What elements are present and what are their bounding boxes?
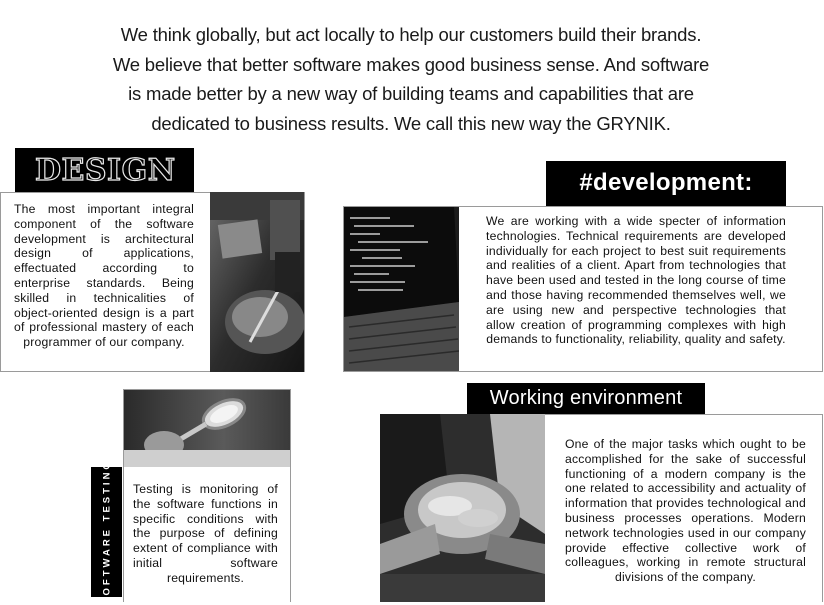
design-photo bbox=[210, 192, 304, 372]
working-text: One of the major tasks which ought to be… bbox=[565, 437, 806, 585]
design-title: DESIGN bbox=[34, 152, 176, 188]
testing-text: Testing is monitoring of the software fu… bbox=[133, 482, 278, 585]
development-title: #development: bbox=[546, 161, 786, 206]
working-photo bbox=[380, 414, 545, 602]
testing-label-text: SOFTWARE TESTING bbox=[101, 459, 112, 605]
testing-photo bbox=[124, 390, 290, 467]
development-text: We are working with a wide specter of in… bbox=[486, 214, 786, 347]
development-photo bbox=[344, 207, 459, 371]
intro-paragraph: We think globally, but act locally to he… bbox=[112, 24, 710, 134]
design-heading: DESIGN bbox=[15, 148, 194, 192]
design-text: The most important integral component of… bbox=[14, 202, 194, 350]
testing-label: SOFTWARE TESTING bbox=[91, 459, 122, 605]
working-title: Working environment bbox=[467, 383, 705, 414]
